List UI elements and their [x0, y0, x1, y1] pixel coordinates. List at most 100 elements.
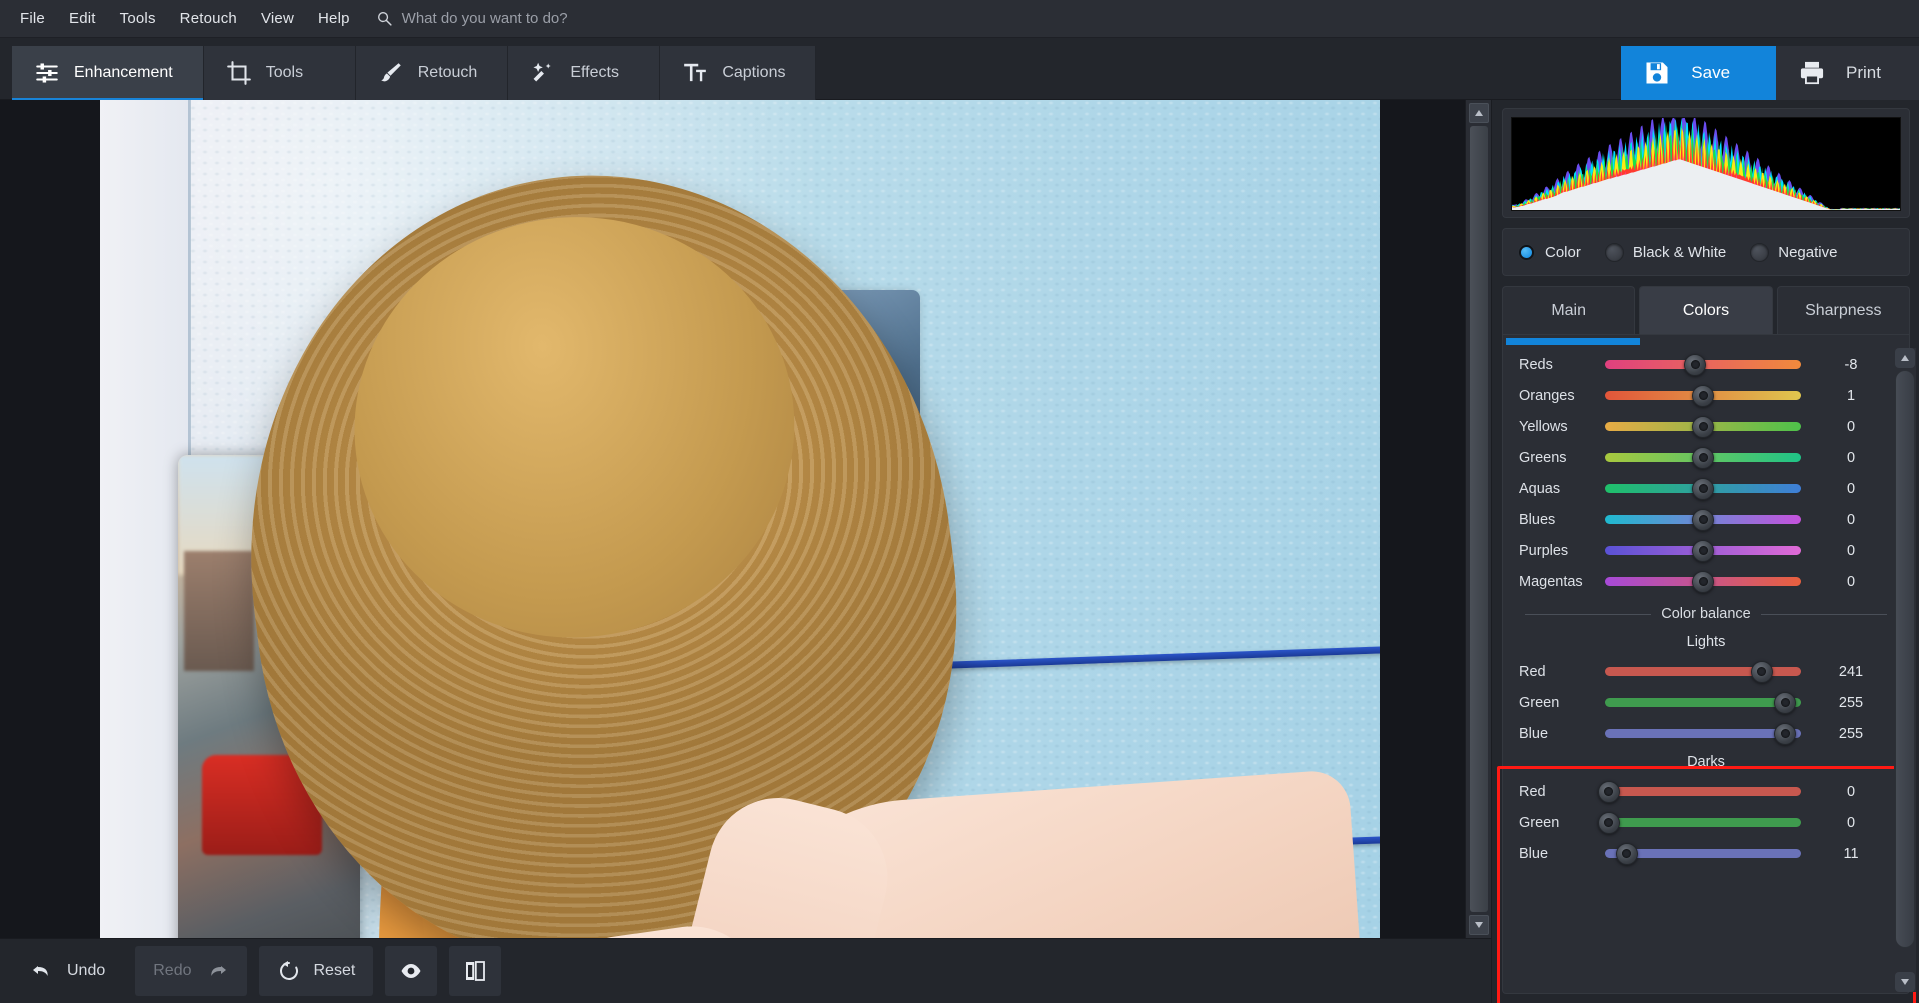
slider-value-lights-green: 255	[1819, 695, 1883, 711]
undo-label: Undo	[67, 962, 105, 980]
slider-track-darks-red[interactable]	[1605, 787, 1801, 796]
print-button[interactable]: Print	[1776, 46, 1919, 100]
slider-row-reds: Reds-8	[1503, 349, 1909, 380]
slider-row-darks-blue: Blue11	[1503, 838, 1909, 869]
panel-tab-main[interactable]: Main	[1502, 286, 1635, 334]
image-canvas-area[interactable]	[0, 100, 1465, 938]
radio-color[interactable]: Color	[1517, 243, 1581, 262]
panel-tab-colors[interactable]: Colors	[1639, 286, 1772, 334]
radio-dot-black-and-white	[1605, 243, 1624, 262]
slider-track-yellows[interactable]	[1605, 422, 1801, 431]
scrollbar-thumb[interactable]	[1470, 126, 1488, 912]
slider-row-blues: Blues0	[1503, 504, 1909, 535]
slider-knob-magentas[interactable]	[1692, 571, 1714, 593]
slider-knob-lights-blue[interactable]	[1774, 723, 1796, 745]
crop-icon	[226, 60, 252, 86]
menu-help[interactable]: Help	[306, 6, 362, 31]
panel-vertical-scrollbar[interactable]	[1894, 348, 1916, 992]
radio-black-and-white[interactable]: Black & White	[1605, 243, 1726, 262]
slider-knob-purples[interactable]	[1692, 540, 1714, 562]
slider-track-oranges[interactable]	[1605, 391, 1801, 400]
tab-effects[interactable]: Effects	[508, 46, 660, 100]
tab-captions[interactable]: Captions	[660, 46, 816, 100]
chevron-down-icon	[1900, 978, 1910, 986]
slider-knob-darks-green[interactable]	[1598, 812, 1620, 834]
menu-edit[interactable]: Edit	[57, 6, 108, 31]
slider-knob-lights-red[interactable]	[1751, 661, 1773, 683]
slider-value-lights-blue: 255	[1819, 726, 1883, 742]
undo-button[interactable]: Undo	[12, 946, 123, 996]
slider-label-purples: Purples	[1519, 543, 1605, 559]
slider-track-lights-green[interactable]	[1605, 698, 1801, 707]
canvas-vertical-scrollbar[interactable]	[1465, 100, 1491, 938]
redo-button[interactable]: Redo	[135, 946, 246, 996]
slider-value-darks-red: 0	[1819, 784, 1883, 800]
color-balance-group-lights: Lights	[1503, 629, 1909, 656]
slider-track-aquas[interactable]	[1605, 484, 1801, 493]
chevron-up-icon	[1474, 109, 1484, 117]
slider-row-lights-red: Red241	[1503, 656, 1909, 687]
save-button[interactable]: Save	[1621, 46, 1776, 100]
adjustment-panel: Color Black & White Negative Main Colors…	[1491, 100, 1919, 1003]
panel-tab-sharpness-label: Sharpness	[1805, 302, 1882, 320]
slider-track-greens[interactable]	[1605, 453, 1801, 462]
photo-preview[interactable]	[100, 100, 1380, 938]
tab-tools[interactable]: Tools	[204, 46, 356, 100]
slider-value-purples: 0	[1819, 543, 1883, 559]
slider-row-aquas: Aquas0	[1503, 473, 1909, 504]
search-box[interactable]: What do you want to do?	[376, 10, 568, 27]
radio-dot-negative	[1750, 243, 1769, 262]
scroll-down-button[interactable]	[1469, 915, 1489, 935]
slider-knob-darks-blue[interactable]	[1616, 843, 1638, 865]
histogram-card	[1502, 108, 1910, 218]
menu-retouch[interactable]: Retouch	[168, 6, 249, 31]
menu-file[interactable]: File	[8, 6, 57, 31]
slider-track-lights-red[interactable]	[1605, 667, 1801, 676]
histogram-display	[1511, 117, 1901, 211]
slider-track-darks-green[interactable]	[1605, 818, 1801, 827]
slider-track-darks-blue[interactable]	[1605, 849, 1801, 858]
slider-knob-lights-green[interactable]	[1774, 692, 1796, 714]
slider-track-magentas[interactable]	[1605, 577, 1801, 586]
text-format-icon	[682, 60, 708, 86]
slider-knob-yellows[interactable]	[1692, 416, 1714, 438]
slider-label-aquas: Aquas	[1519, 481, 1605, 497]
slider-knob-reds[interactable]	[1684, 354, 1706, 376]
tab-enhancement[interactable]: Enhancement	[12, 46, 204, 100]
chevron-down-icon	[1474, 921, 1484, 929]
panel-scroll-down-button[interactable]	[1895, 972, 1915, 992]
slider-knob-blues[interactable]	[1692, 509, 1714, 531]
preview-toggle-button[interactable]	[385, 946, 437, 996]
redo-arrow-icon	[205, 959, 229, 983]
slider-value-reds: -8	[1819, 357, 1883, 373]
slider-track-reds[interactable]	[1605, 360, 1801, 369]
slider-label-darks-red: Red	[1519, 784, 1605, 800]
reset-label: Reset	[314, 962, 356, 980]
panel-tab-sharpness[interactable]: Sharpness	[1777, 286, 1910, 334]
tab-retouch[interactable]: Retouch	[356, 46, 509, 100]
radio-black-and-white-label: Black & White	[1633, 244, 1726, 261]
brush-icon	[378, 60, 404, 86]
slider-track-blues[interactable]	[1605, 515, 1801, 524]
panel-scrollbar-thumb[interactable]	[1895, 370, 1915, 948]
scroll-up-button[interactable]	[1469, 103, 1489, 123]
slider-knob-aquas[interactable]	[1692, 478, 1714, 500]
before-after-compare-button[interactable]	[449, 946, 501, 996]
slider-track-purples[interactable]	[1605, 546, 1801, 555]
color-balance-title: Color balance	[1661, 606, 1750, 622]
slider-knob-greens[interactable]	[1692, 447, 1714, 469]
reset-button[interactable]: Reset	[259, 946, 374, 996]
slider-knob-oranges[interactable]	[1692, 385, 1714, 407]
histogram-chart	[1512, 118, 1900, 210]
menu-tools[interactable]: Tools	[108, 6, 168, 31]
radio-negative[interactable]: Negative	[1750, 243, 1837, 262]
search-placeholder-text: What do you want to do?	[402, 10, 568, 27]
save-button-label: Save	[1691, 63, 1730, 83]
slider-track-lights-blue[interactable]	[1605, 729, 1801, 738]
slider-knob-darks-red[interactable]	[1598, 781, 1620, 803]
panel-scroll-up-button[interactable]	[1895, 348, 1915, 368]
slider-row-darks-green: Green0	[1503, 807, 1909, 838]
radio-dot-color	[1517, 243, 1536, 262]
tab-retouch-label: Retouch	[418, 64, 478, 82]
menu-view[interactable]: View	[249, 6, 306, 31]
